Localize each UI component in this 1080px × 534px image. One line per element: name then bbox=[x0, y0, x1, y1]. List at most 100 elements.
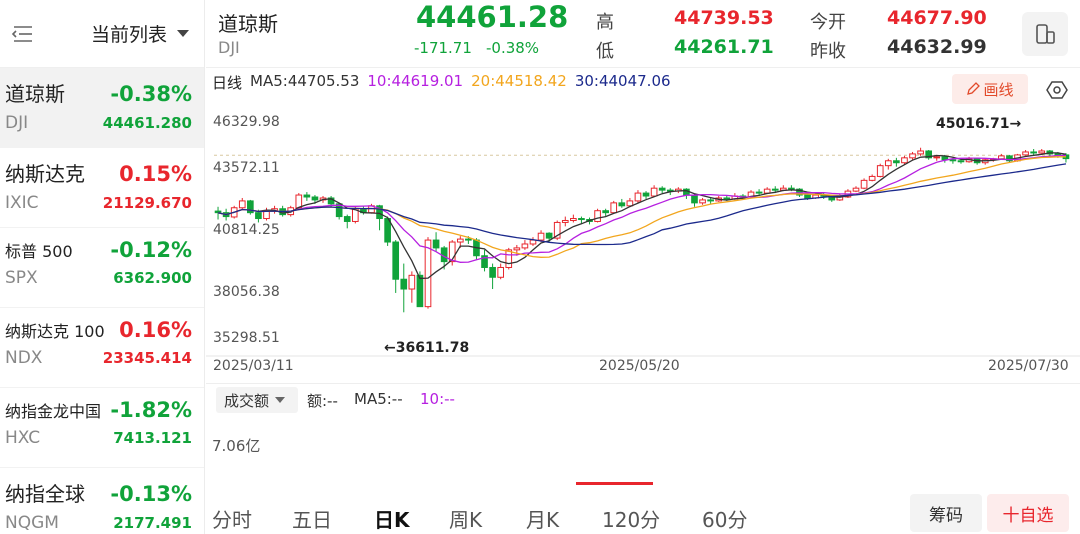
candle bbox=[884, 158, 892, 170]
price-change-pct: -0.38% bbox=[486, 39, 540, 57]
candle-body bbox=[1054, 153, 1062, 156]
candle bbox=[303, 192, 311, 201]
kline-chart[interactable]: 46329.98 43572.11 40814.25 38056.38 3529… bbox=[206, 100, 1080, 382]
candle bbox=[392, 240, 400, 293]
candle-body bbox=[489, 266, 496, 278]
sidebar-item-value: 21129.670 bbox=[102, 194, 192, 212]
sidebar-item-name: 道琼斯 bbox=[5, 82, 65, 106]
candle-body bbox=[416, 274, 424, 308]
candle-body bbox=[933, 156, 941, 159]
candle bbox=[860, 178, 868, 190]
tab-five-day[interactable]: 五日 bbox=[292, 504, 332, 533]
stock-app: 当前列表 道琼斯 -0.38% DJI 44461.280 纳斯达克 0.15% IXIC 2… bbox=[0, 0, 1080, 534]
candle-body bbox=[852, 187, 860, 192]
list-selector[interactable]: 当前列表 bbox=[91, 20, 190, 47]
chips-button[interactable]: 筹码 bbox=[910, 494, 982, 532]
candle bbox=[400, 263, 408, 313]
sidebar-item-code: DJI bbox=[5, 113, 29, 133]
candle bbox=[852, 186, 860, 193]
candle-body bbox=[650, 187, 658, 197]
candle bbox=[642, 191, 650, 199]
candle-body bbox=[804, 194, 811, 199]
candle bbox=[343, 214, 351, 229]
candle-body bbox=[456, 238, 464, 243]
candle-body bbox=[400, 278, 408, 290]
add-watchlist-button[interactable]: 十自选 bbox=[987, 494, 1069, 532]
candle-body bbox=[949, 159, 957, 162]
candle-body bbox=[723, 197, 731, 200]
tab-weekly-k[interactable]: 周K bbox=[449, 504, 482, 533]
sidebar-item-pct: 0.15% bbox=[119, 162, 192, 186]
candle bbox=[658, 186, 666, 194]
x-tick-label: 2025/05/20 bbox=[599, 358, 680, 374]
last-price: 44461.28 bbox=[416, 0, 569, 34]
candle bbox=[529, 237, 537, 246]
sidebar-item-nqgm[interactable]: 纳指全球 -0.13% NQGM 2177.491 bbox=[0, 468, 204, 534]
candle-body bbox=[884, 160, 892, 167]
low-label: 低 bbox=[596, 41, 614, 62]
ma30-line bbox=[217, 163, 1067, 246]
candle-body bbox=[537, 232, 545, 241]
ma20-value: 20:44518.42 bbox=[471, 72, 567, 90]
volume-bar bbox=[576, 482, 653, 485]
sidebar-item-ndx[interactable]: 纳斯达克 100 0.16% NDX 23345.414 bbox=[0, 308, 204, 388]
sidebar-item-name: 纳斯达克 100 bbox=[5, 322, 105, 341]
tab-monthly-k[interactable]: 月K bbox=[526, 504, 559, 533]
candle bbox=[570, 214, 577, 223]
sidebar-item-name: 标普 500 bbox=[5, 242, 73, 261]
ma30-value: 30:44047.06 bbox=[574, 72, 671, 90]
device-switch-icon[interactable] bbox=[1022, 12, 1068, 56]
candle bbox=[238, 197, 246, 210]
candle bbox=[521, 240, 529, 250]
sidebar-item-dji[interactable]: 道琼斯 -0.38% DJI 44461.280 bbox=[0, 68, 204, 148]
candle-body bbox=[642, 192, 650, 197]
sidebar-item-hxc[interactable]: 纳指金龙中国 -1.82% HXC 7413.121 bbox=[0, 388, 204, 468]
sidebar-item-pct: -0.12% bbox=[110, 238, 192, 262]
candle bbox=[481, 249, 488, 272]
tab-60min[interactable]: 60分 bbox=[702, 504, 747, 533]
sidebar-header: 当前列表 bbox=[0, 0, 204, 68]
collapse-list-icon[interactable] bbox=[8, 20, 36, 48]
volume-indicator-label: 成交额 bbox=[224, 391, 270, 410]
candle-body bbox=[513, 247, 521, 251]
sidebar-item-spx[interactable]: 标普 500 -0.12% SPX 6362.900 bbox=[0, 228, 204, 308]
candle-body bbox=[901, 157, 908, 164]
y-tick-label: 38056.38 bbox=[213, 284, 280, 300]
kline-svg bbox=[206, 147, 1080, 357]
candle bbox=[893, 157, 900, 167]
candle-body bbox=[408, 274, 416, 290]
candle-body bbox=[432, 239, 440, 249]
tab-120min[interactable]: 120分 bbox=[602, 504, 660, 533]
chevron-down-icon bbox=[275, 397, 286, 403]
candle-body bbox=[545, 232, 553, 239]
tab-daily-k[interactable]: 日K bbox=[374, 504, 410, 533]
y-tick-label: 46329.98 bbox=[213, 114, 280, 130]
candle bbox=[699, 197, 706, 205]
candle bbox=[618, 198, 626, 208]
y-tick-label: 40814.25 bbox=[213, 222, 280, 238]
candle-body bbox=[343, 216, 351, 222]
sidebar-item-pct: 0.16% bbox=[119, 318, 192, 342]
candle-body bbox=[893, 160, 900, 164]
index-code: DJI bbox=[218, 38, 240, 57]
tab-intraday[interactable]: 分时 bbox=[212, 504, 252, 533]
sidebar-item-ixic[interactable]: 纳斯达克 0.15% IXIC 21129.670 bbox=[0, 148, 204, 228]
y-tick-label: 43572.11 bbox=[213, 160, 280, 176]
candle bbox=[691, 194, 698, 207]
candle bbox=[561, 216, 569, 227]
sidebar-item-code: IXIC bbox=[5, 193, 39, 213]
sidebar: 当前列表 道琼斯 -0.38% DJI 44461.280 纳斯达克 0.15% IXIC 2… bbox=[0, 0, 205, 534]
volume-indicator-select[interactable]: 成交额 bbox=[216, 387, 298, 413]
candle bbox=[432, 232, 440, 252]
sidebar-item-value: 23345.414 bbox=[102, 349, 192, 367]
candle-body bbox=[771, 188, 779, 191]
sidebar-item-name: 纳斯达克 bbox=[5, 162, 85, 186]
candle bbox=[675, 187, 682, 194]
candle-body bbox=[876, 165, 884, 177]
candle-body bbox=[634, 192, 642, 202]
candle-body bbox=[561, 219, 569, 223]
candle bbox=[876, 163, 884, 178]
candle-body bbox=[497, 266, 505, 278]
prev-close-value: 44632.99 bbox=[887, 36, 987, 58]
candle-body bbox=[570, 218, 577, 221]
